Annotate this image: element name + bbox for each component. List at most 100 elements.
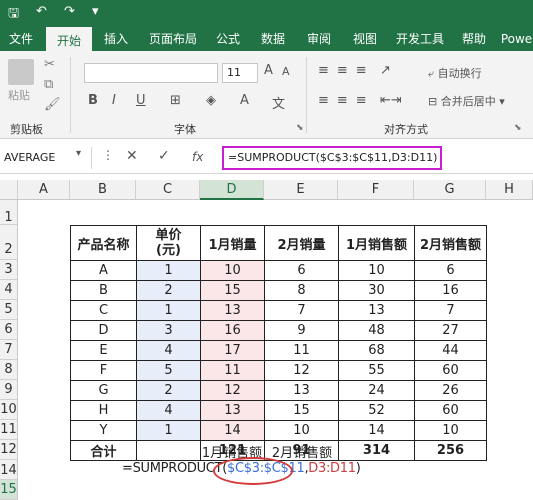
column-header-d[interactable]: D — [200, 180, 264, 200]
column-header-h[interactable]: H — [486, 180, 533, 200]
formula-input[interactable]: =SUMPRODUCT($C$3:$C$11,D3:D11) — [222, 146, 442, 170]
table-cell[interactable]: 3 — [136, 320, 201, 341]
tab-review[interactable]: 审阅 — [300, 27, 338, 51]
row-header[interactable]: 14 — [0, 460, 18, 480]
tab-home[interactable]: 开始 — [46, 27, 92, 53]
table-cell[interactable]: 9 — [264, 320, 339, 341]
header-cell[interactable]: 产品名称 — [70, 225, 137, 261]
grow-font-icon[interactable]: A — [264, 63, 273, 78]
table-cell[interactable]: 4 — [136, 340, 201, 361]
table-cell[interactable]: 17 — [200, 340, 265, 361]
table-cell[interactable]: 4 — [136, 400, 201, 421]
table-cell[interactable]: 15 — [200, 280, 265, 301]
tab-help[interactable]: 帮助 — [456, 27, 492, 51]
insert-function-icon[interactable]: fx — [192, 150, 203, 164]
worksheet-grid[interactable]: A B C D E F G H 1 2 3 4 5 6 7 8 9 10 11 … — [0, 180, 533, 500]
table-cell[interactable]: 10 — [338, 260, 415, 281]
table-cell[interactable]: A — [70, 260, 137, 281]
table-cell[interactable]: 55 — [338, 360, 415, 381]
indent-icon[interactable]: ⇤⇥ — [380, 93, 402, 108]
shrink-font-icon[interactable]: A — [282, 65, 290, 78]
row-header-active[interactable]: 15 — [0, 480, 18, 500]
table-cell[interactable]: 44 — [414, 340, 487, 361]
font-name-select[interactable] — [84, 63, 218, 83]
row-header[interactable]: 10 — [0, 400, 18, 420]
undo-icon[interactable]: ↶ — [36, 4, 47, 19]
row-header[interactable]: 8 — [0, 360, 18, 380]
row-header[interactable]: 6 — [0, 320, 18, 340]
table-cell[interactable]: 1 — [136, 260, 201, 281]
column-header-b[interactable]: B — [70, 180, 136, 200]
merge-center-button[interactable]: ⊟ 合并后居中 ▾ — [428, 93, 505, 109]
table-cell[interactable]: 7 — [264, 300, 339, 321]
border-icon[interactable]: ⊞ — [170, 93, 181, 108]
column-header-g[interactable]: G — [414, 180, 486, 200]
table-cell[interactable]: 1 — [136, 420, 201, 441]
tab-data[interactable]: 数据 — [254, 27, 292, 51]
table-cell[interactable]: B — [70, 280, 137, 301]
table-cell[interactable]: 314 — [338, 440, 415, 461]
table-cell[interactable]: 11 — [200, 360, 265, 381]
row-header[interactable]: 9 — [0, 380, 18, 400]
copy-icon[interactable]: ⧉ — [44, 77, 53, 92]
row-header[interactable]: 5 — [0, 300, 18, 320]
horizontal-align-icons[interactable]: ≡≡≡ — [318, 93, 375, 108]
total-label[interactable]: 合计 — [70, 440, 137, 461]
header-cell[interactable]: 1月销售额 — [338, 225, 415, 261]
table-cell[interactable]: D — [70, 320, 137, 341]
table-cell[interactable]: 10 — [200, 260, 265, 281]
column-header-a[interactable]: A — [18, 180, 70, 200]
row-header[interactable]: 2 — [0, 225, 18, 260]
header-cell[interactable]: 单价 (元) — [136, 225, 201, 261]
header-cell[interactable]: 2月销售额 — [414, 225, 487, 261]
customize-toolbar-icon[interactable]: ▾ — [92, 4, 99, 19]
table-cell[interactable]: 14 — [338, 420, 415, 441]
row-header[interactable]: 3 — [0, 260, 18, 280]
table-cell[interactable]: 52 — [338, 400, 415, 421]
table-cell[interactable]: H — [70, 400, 137, 421]
orientation-icon[interactable]: ↗ — [380, 63, 391, 78]
table-cell[interactable]: G — [70, 380, 137, 401]
fill-color-icon[interactable]: ◈ — [206, 93, 216, 108]
table-cell[interactable]: 60 — [414, 360, 487, 381]
row-header[interactable]: 7 — [0, 340, 18, 360]
table-cell[interactable]: 14 — [200, 420, 265, 441]
table-cell[interactable]: 16 — [414, 280, 487, 301]
format-painter-icon[interactable]: 🖌 — [44, 97, 61, 112]
table-cell[interactable]: E — [70, 340, 137, 361]
table-cell[interactable]: F — [70, 360, 137, 381]
table-cell[interactable]: 68 — [338, 340, 415, 361]
header-cell[interactable]: 2月销量 — [264, 225, 339, 261]
column-header-e[interactable]: E — [264, 180, 338, 200]
table-cell[interactable]: 16 — [200, 320, 265, 341]
italic-icon[interactable]: I — [112, 93, 116, 108]
table-cell[interactable]: 13 — [200, 300, 265, 321]
table-cell[interactable]: 13 — [200, 400, 265, 421]
table-cell[interactable]: 24 — [338, 380, 415, 401]
table-cell[interactable]: 10 — [414, 420, 487, 441]
table-cell[interactable]: 30 — [338, 280, 415, 301]
vertical-align-icons[interactable]: ≡≡≡ — [318, 63, 375, 78]
table-cell[interactable]: 6 — [414, 260, 487, 281]
table-cell[interactable]: C — [70, 300, 137, 321]
save-icon[interactable]: 🖫 — [8, 4, 19, 26]
tab-insert[interactable]: 插入 — [96, 27, 136, 51]
row-header[interactable]: 12 — [0, 440, 18, 460]
phonetic-icon[interactable]: 文 — [272, 93, 285, 112]
bold-icon[interactable]: B — [88, 93, 98, 108]
font-color-icon[interactable]: A — [240, 93, 249, 108]
cancel-icon[interactable]: ✕ — [126, 148, 138, 164]
font-dialog-launcher-icon[interactable]: ⬊ — [296, 123, 304, 133]
cut-icon[interactable]: ✂ — [44, 57, 55, 72]
name-box-dropdown-icon[interactable]: ▾ — [76, 148, 81, 159]
column-header-c[interactable]: C — [136, 180, 200, 200]
table-cell[interactable]: 6 — [264, 260, 339, 281]
table-cell[interactable]: 11 — [264, 340, 339, 361]
paste-icon[interactable] — [8, 59, 34, 85]
tab-view[interactable]: 视图 — [346, 27, 384, 51]
redo-icon[interactable]: ↷ — [64, 4, 75, 19]
table-cell[interactable]: 27 — [414, 320, 487, 341]
underline-icon[interactable]: U — [136, 93, 146, 108]
table-cell[interactable]: 5 — [136, 360, 201, 381]
table-cell[interactable]: 60 — [414, 400, 487, 421]
